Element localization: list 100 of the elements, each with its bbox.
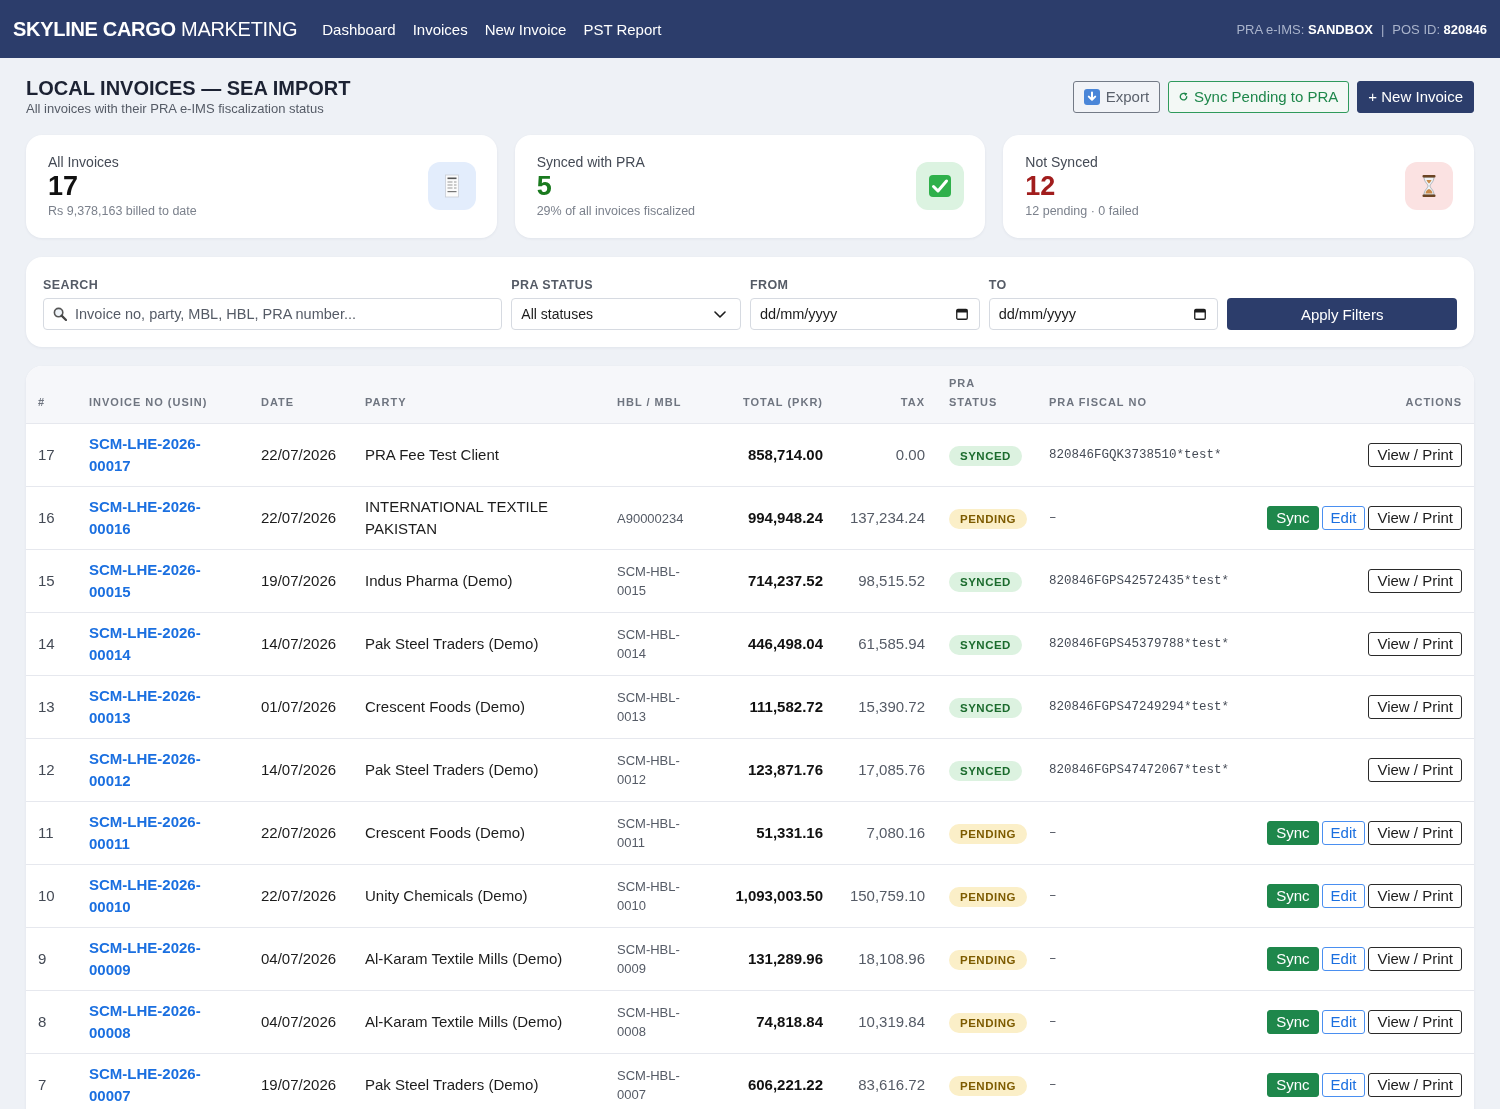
fiscal-number-cell: –	[1037, 801, 1249, 865]
sync-button[interactable]: Sync	[1267, 506, 1319, 530]
invoice-link[interactable]: SCM-LHE-2026-00012	[89, 748, 237, 792]
tax-cell: 0.00	[835, 423, 937, 487]
column-header: PARTY	[353, 366, 605, 424]
view-print-button[interactable]: View / Print	[1368, 569, 1462, 593]
row-number-cell: 10	[26, 864, 77, 928]
invoice-link[interactable]: SCM-LHE-2026-00007	[89, 1063, 237, 1107]
sync-button[interactable]: Sync	[1267, 947, 1319, 971]
date-cell: 22/07/2026	[249, 801, 353, 865]
party-cell: Crescent Foods (Demo)	[353, 675, 605, 739]
search-field[interactable]: Invoice no, party, MBL, HBL, PRA number...	[43, 298, 503, 330]
edit-button[interactable]: Edit	[1321, 884, 1366, 908]
view-print-button[interactable]: View / Print	[1368, 758, 1462, 782]
view-print-button[interactable]: View / Print	[1368, 821, 1462, 845]
party-cell: Indus Pharma (Demo)	[353, 549, 605, 613]
filter-label: TO	[988, 277, 1007, 293]
page-subtitle: All invoices with their PRA e-IMS fiscalization status	[26, 101, 325, 117]
invoice-link[interactable]: SCM-LHE-2026-00017	[89, 433, 237, 477]
nav-link[interactable]: Dashboard	[322, 20, 396, 38]
edit-button[interactable]: Edit	[1321, 1010, 1366, 1034]
invoice-link[interactable]: SCM-LHE-2026-00010	[89, 874, 237, 918]
stat-value: 5	[536, 171, 552, 201]
sync-button[interactable]: Sync	[1267, 884, 1319, 908]
environment-status: PRA e-IMS: SANDBOX	[1236, 21, 1373, 37]
view-print-button[interactable]: View / Print	[1368, 1073, 1462, 1097]
total-cell: 123,871.76	[717, 738, 835, 802]
new-invoice-button[interactable]: + New Invoice	[1357, 80, 1474, 113]
status-badge: PENDING	[949, 887, 1027, 907]
export-button[interactable]: Export	[1072, 80, 1161, 113]
party-cell: Al-Karam Textile Mills (Demo)	[353, 927, 605, 991]
hbl-mbl-cell: SCM-HBL-0010	[605, 864, 717, 928]
invoice-link[interactable]: SCM-LHE-2026-00011	[89, 811, 237, 855]
fiscal-number-cell: –	[1037, 990, 1249, 1054]
status-badge: PENDING	[949, 950, 1027, 970]
nav-link[interactable]: New Invoice	[484, 20, 567, 38]
date-field[interactable]: dd/mm/yyyy	[988, 298, 1219, 330]
invoice-link[interactable]: SCM-LHE-2026-00013	[89, 685, 237, 729]
view-print-button[interactable]: View / Print	[1368, 1010, 1462, 1034]
stat-caption: 12 pending · 0 failed	[1025, 203, 1139, 219]
column-header: PRA STATUS	[937, 366, 1037, 424]
total-cell: 74,818.84	[717, 990, 835, 1054]
fiscal-number-cell: –	[1037, 486, 1249, 550]
hourglass-icon	[1405, 162, 1453, 210]
sync-button[interactable]: Sync	[1267, 1073, 1319, 1097]
view-print-button[interactable]: View / Print	[1368, 884, 1462, 908]
page-title: LOCAL INVOICES — SEA IMPORT	[26, 76, 351, 100]
view-print-button[interactable]: View / Print	[1368, 695, 1462, 719]
stat-caption: 29% of all invoices fiscalized	[536, 203, 696, 219]
pos-id: POS ID: 820846	[1392, 21, 1487, 37]
party-cell: Unity Chemicals (Demo)	[353, 864, 605, 928]
apply-filters-button[interactable]: Apply Filters	[1227, 298, 1457, 330]
calendar-icon	[1194, 308, 1207, 320]
date-field[interactable]: dd/mm/yyyy	[750, 298, 980, 330]
refresh-icon	[1179, 92, 1189, 101]
invoice-link[interactable]: SCM-LHE-2026-00016	[89, 496, 237, 540]
fiscal-number-cell: 820846FGPS45379788*test*	[1037, 612, 1249, 676]
party-cell: INTERNATIONAL TEXTILE PAKISTAN	[353, 486, 605, 550]
view-print-button[interactable]: View / Print	[1368, 443, 1462, 467]
edit-button[interactable]: Edit	[1321, 506, 1366, 530]
hbl-mbl-cell: SCM-HBL-0008	[605, 990, 717, 1054]
party-cell: Pak Steel Traders (Demo)	[353, 738, 605, 802]
view-print-button[interactable]: View / Print	[1368, 632, 1462, 656]
status-badge: SYNCED	[949, 698, 1022, 718]
invoice-link[interactable]: SCM-LHE-2026-00015	[89, 559, 237, 603]
edit-button[interactable]: Edit	[1321, 947, 1366, 971]
invoice-link[interactable]: SCM-LHE-2026-00014	[89, 622, 237, 666]
status-select[interactable]: All statuses	[511, 298, 741, 330]
tax-cell: 98,515.52	[835, 549, 937, 613]
invoice-link[interactable]: SCM-LHE-2026-00008	[89, 1000, 237, 1044]
fiscal-number-cell: 820846FGQK3738510*test*	[1037, 423, 1249, 487]
date-cell: 22/07/2026	[249, 486, 353, 550]
nav-link[interactable]: PST Report	[583, 20, 662, 38]
tax-cell: 15,390.72	[835, 675, 937, 739]
view-print-button[interactable]: View / Print	[1368, 506, 1462, 530]
hbl-mbl-cell: SCM-HBL-0014	[605, 612, 717, 676]
edit-button[interactable]: Edit	[1321, 1073, 1366, 1097]
receipt-icon	[427, 162, 476, 210]
invoice-link[interactable]: SCM-LHE-2026-00009	[89, 937, 237, 981]
hbl-mbl-cell: SCM-HBL-0011	[605, 801, 717, 865]
total-cell: 111,582.72	[717, 675, 835, 739]
edit-button[interactable]: Edit	[1321, 821, 1366, 845]
nav-link[interactable]: Invoices	[412, 20, 468, 38]
sync-button[interactable]: Sync	[1267, 821, 1319, 845]
total-cell: 131,289.96	[717, 927, 835, 991]
column-header: INVOICE NO (USIN)	[77, 366, 249, 424]
status-badge: PENDING	[949, 1013, 1027, 1033]
total-cell: 714,237.52	[717, 549, 835, 613]
stat-value: 12	[1025, 171, 1056, 201]
sync-pending-button[interactable]: Sync Pending to PRA	[1168, 80, 1350, 113]
filter-label: PRA STATUS	[511, 277, 593, 293]
tax-cell: 61,585.94	[835, 612, 937, 676]
row-number-cell: 16	[26, 486, 77, 550]
view-print-button[interactable]: View / Print	[1368, 947, 1462, 971]
stat-label: Not Synced	[1025, 153, 1098, 171]
check-icon	[916, 162, 965, 210]
column-header: #	[26, 366, 77, 424]
party-cell: PRA Fee Test Client	[353, 423, 605, 487]
sync-button[interactable]: Sync	[1267, 1010, 1319, 1034]
date-cell: 22/07/2026	[249, 864, 353, 928]
